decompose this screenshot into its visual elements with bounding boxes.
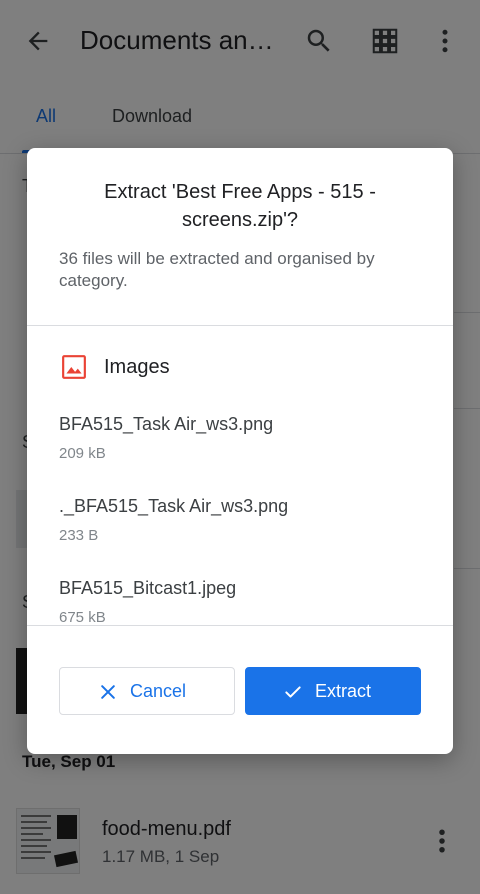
extract-button[interactable]: Extract [245, 667, 421, 715]
item-name: BFA515_Bitcast1.jpeg [59, 578, 237, 598]
file-list[interactable]: Images BFA515_Task Air_ws3.png 209 kB ._… [27, 326, 453, 625]
category-label: Images [104, 356, 170, 378]
dialog-title: Extract 'Best Free Apps - 515 - screens.… [104, 181, 376, 231]
image-icon [62, 355, 86, 379]
extract-dialog: Extract 'Best Free Apps - 515 - screens.… [27, 148, 453, 754]
list-item: ._BFA515_Task Air_ws3.png 233 B [59, 496, 439, 544]
item-name: ._BFA515_Task Air_ws3.png [59, 496, 289, 516]
item-size: 233 B [59, 527, 99, 544]
item-size: 209 kB [59, 445, 106, 462]
item-size: 675 kB [59, 609, 106, 625]
close-icon [101, 685, 115, 699]
dialog-description: 36 files will be extracted and organised… [59, 249, 375, 290]
item-name: BFA515_Task Air_ws3.png [59, 414, 274, 434]
divider [27, 625, 453, 626]
check-icon [285, 686, 301, 698]
list-item: BFA515_Task Air_ws3.png 209 kB [59, 414, 439, 462]
extract-label: Extract [315, 681, 372, 701]
list-item: BFA515_Bitcast1.jpeg 675 kB [59, 578, 439, 625]
cancel-label: Cancel [130, 681, 187, 701]
cancel-button[interactable]: Cancel [59, 667, 235, 715]
